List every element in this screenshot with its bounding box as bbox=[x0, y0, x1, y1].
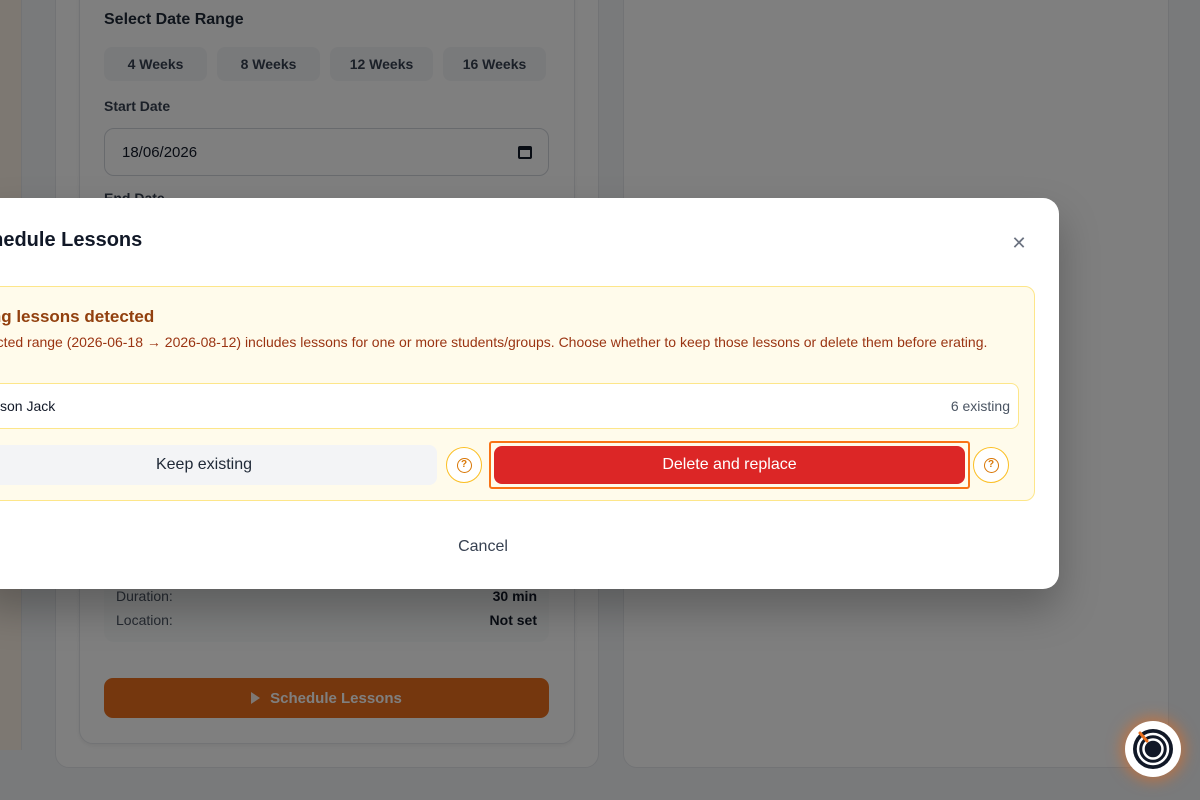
help-circle-icon: ? bbox=[983, 457, 999, 473]
close-icon[interactable]: ✕ bbox=[1007, 231, 1031, 255]
keep-help-button[interactable]: ? bbox=[446, 447, 482, 483]
alert-description: selected range (2026-06-18 → 2026-08-12)… bbox=[0, 334, 988, 350]
delete-and-replace-button[interactable]: Delete and replace bbox=[494, 446, 965, 484]
help-circle-icon: ? bbox=[456, 457, 472, 473]
existing-lessons-alert: sting lessons detected selected range (2… bbox=[0, 286, 1035, 501]
student-conflict-row: nderson Jack 6 existing bbox=[0, 383, 1019, 429]
keep-existing-button[interactable]: Keep existing bbox=[0, 445, 437, 485]
existing-count: 6 existing bbox=[950, 398, 1010, 414]
schedule-lessons-dialog: chedule Lessons ✕ sting lessons detected… bbox=[0, 198, 1059, 589]
assistant-orb-icon bbox=[1133, 729, 1173, 769]
cancel-button[interactable]: Cancel bbox=[438, 535, 528, 559]
student-name: nderson Jack bbox=[0, 398, 56, 414]
alert-title: sting lessons detected bbox=[0, 307, 155, 326]
dialog-title: chedule Lessons bbox=[0, 229, 143, 251]
assistant-launcher-button[interactable] bbox=[1125, 721, 1181, 777]
delete-help-button[interactable]: ? bbox=[973, 447, 1009, 483]
